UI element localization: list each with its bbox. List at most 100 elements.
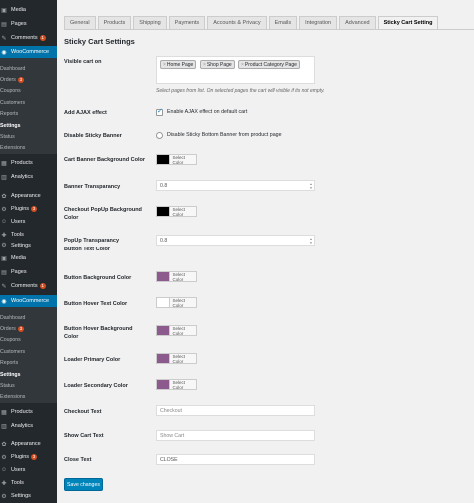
tab-integration[interactable]: Integration [299,16,338,29]
sidebar-sub-coupons[interactable]: Coupons [0,334,57,345]
spinner-icon[interactable]: ▲ ▼ [309,237,313,245]
tab-products[interactable]: Products [97,16,132,29]
sidebar-item-appearance[interactable]: ✿ Appearance [0,438,57,450]
sidebar-sub-coupons[interactable]: Coupons [0,85,57,96]
sidebar-item-analytics[interactable]: ▥ Analytics [0,420,57,432]
products-icon: ▦ [1,160,7,167]
button-bg-label: Button Background Color [64,275,132,281]
orders-badge: 3 [17,76,24,83]
button-hover-bg-color-picker[interactable]: Select Color [156,325,197,336]
woocommerce-icon: ◉ [1,49,7,56]
popup-transparancy-input[interactable]: 0.8 ▲ ▼ [156,235,315,246]
show-cart-text-input[interactable]: Show Cart [156,430,315,441]
checkout-text-input[interactable]: Checkout [156,405,315,416]
loader-primary-label: Loader Primary Color [64,357,121,363]
pages-icon: ▤ [1,21,7,28]
popup-bg-color-picker[interactable]: Select Color [156,206,197,217]
chip-shop-page[interactable]: × Shop Page [200,60,235,69]
sidebar-item-users[interactable]: ☺ Users [0,216,57,228]
sidebar-item-woocommerce[interactable]: ◉ WooCommerce [0,295,57,307]
tab-payments[interactable]: Payments [168,16,206,29]
remove-icon[interactable]: × [241,62,244,68]
sidebar-item-plugins[interactable]: ⚙ Plugins 3 [0,451,57,463]
close-text-label: Close Text [64,457,92,463]
sidebar-sub-status[interactable]: Status [0,380,57,391]
users-icon: ☺ [0,467,8,473]
save-changes-button[interactable]: Save changes [64,478,103,491]
tab-general[interactable]: General [64,16,96,29]
section-title: Sticky Cart Settings [64,37,135,46]
loader-secondary-color-picker[interactable]: Select Color [156,379,197,390]
button-bg-color-picker[interactable]: Select Color [156,271,197,282]
remove-icon[interactable]: × [163,62,166,68]
check-icon: ✓ [157,108,163,115]
orders-badge: 3 [17,325,24,332]
sidebar-sub-customers[interactable]: Customers [0,346,57,357]
sidebar-item-analytics[interactable]: ▥ Analytics [0,171,57,183]
banner-bg-color-picker[interactable]: Select Color [156,154,197,165]
settings-tabs: General Products Shipping Payments Accou… [64,16,440,29]
sidebar-sub-status[interactable]: Status [0,131,57,142]
sidebar-sub-dashboard[interactable]: Dashboard [0,312,57,323]
sidebar-item-media[interactable]: ▣ Media [0,252,57,264]
products-icon: ▦ [1,409,7,416]
media-icon: ▣ [1,255,7,262]
loader-secondary-label: Loader Secondary Color [64,383,128,389]
loader-primary-color-picker[interactable]: Select Color [156,353,197,364]
sidebar-sub-orders[interactable]: Orders 3 [0,323,57,334]
remove-icon[interactable]: × [203,62,206,68]
sidebar-sub-extensions[interactable]: Extensions [0,142,57,153]
settings-icon: ⚙ [1,493,7,500]
sidebar-item-settings[interactable]: ⚙ Settings [0,490,57,502]
sidebar-item-pages[interactable]: ▤ Pages [0,18,57,30]
media-icon: ▣ [1,7,7,14]
color-swatch [157,155,169,164]
sidebar-item-woocommerce[interactable]: ◉ WooCommerce [0,46,57,58]
appearance-icon: ✿ [1,441,7,448]
banner-transparancy-label: Banner Transparancy [64,184,121,190]
sidebar-sub-settings[interactable]: Settings [0,369,57,380]
chip-home-page[interactable]: × Home Page [160,60,197,69]
color-swatch [157,326,169,335]
analytics-icon: ▥ [1,174,7,181]
sidebar-item-comments[interactable]: ✎ Comments 1 [0,280,57,292]
tab-sticky-cart-setting[interactable]: Sticky Cart Setting [377,16,439,29]
sidebar-sub-extensions[interactable]: Extensions [0,391,57,402]
sidebar-item-appearance[interactable]: ✿ Appearance [0,190,57,202]
close-text-input[interactable]: CLOSE [156,454,315,465]
sidebar-sub-reports[interactable]: Reports [0,357,57,368]
button-hover-text-color-picker[interactable]: Select Color [156,297,197,308]
spinner-icon[interactable]: ▲ ▼ [309,182,313,190]
tab-advanced[interactable]: Advanced [339,16,376,29]
sidebar-item-products[interactable]: ▦ Products [0,157,57,169]
plugins-icon: ⚙ [1,206,7,213]
sidebar-item-tools[interactable]: ✚ Tools [0,229,57,241]
sidebar-item-media[interactable]: ▣ Media [0,4,57,16]
color-swatch [157,354,169,363]
sidebar-item-comments[interactable]: ✎ Comments 1 [0,32,57,44]
tab-emails[interactable]: Emails [268,16,298,29]
comments-badge: 1 [39,283,46,289]
sidebar-sub-reports[interactable]: Reports [0,108,57,119]
sidebar-item-tools[interactable]: ✚ Tools [0,477,57,489]
plugins-badge: 3 [31,454,38,460]
banner-transparancy-input[interactable]: 0.8 ▲ ▼ [156,180,315,191]
sidebar-sub-orders[interactable]: Orders 3 [0,74,57,85]
sidebar-item-settings[interactable]: ⚙ Settings [0,242,57,250]
sidebar-sub-settings[interactable]: Settings [0,120,57,131]
sidebar-item-products[interactable]: ▦ Products [0,406,57,418]
ajax-checkbox[interactable]: ✓ [156,108,163,116]
tab-accounts-privacy[interactable]: Accounts & Privacy [207,16,267,29]
sidebar-item-plugins[interactable]: ⚙ Plugins 3 [0,203,57,215]
sidebar-item-users[interactable]: ☺ Users [0,464,57,476]
ajax-checkbox-label: Enable AJAX effect on default cart [167,109,248,115]
sidebar-item-pages[interactable]: ▤ Pages [0,266,57,278]
tab-shipping[interactable]: Shipping [133,16,167,29]
plugins-icon: ⚙ [1,454,7,461]
sidebar-sub-customers[interactable]: Customers [0,97,57,108]
disable-banner-checkbox[interactable] [156,132,163,139]
visible-cart-select[interactable]: × Home Page × Shop Page × Product Category … [156,56,315,84]
sidebar-sub-dashboard[interactable]: Dashboard [0,63,57,74]
chip-product-category-page[interactable]: × Product Category Page [238,60,300,69]
plugins-badge: 3 [31,206,38,212]
